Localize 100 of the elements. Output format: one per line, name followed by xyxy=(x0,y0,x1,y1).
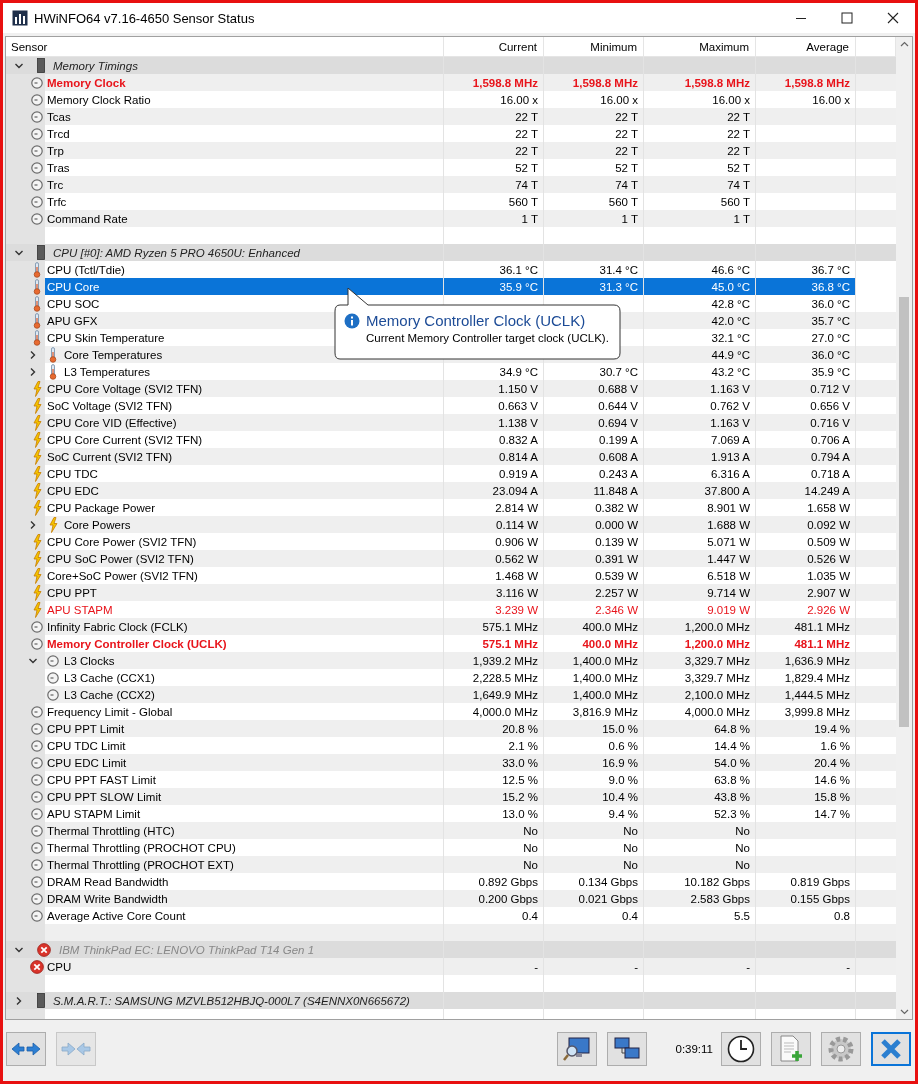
sensor-value: No xyxy=(735,858,750,871)
sensor-value: No xyxy=(735,841,750,854)
sensor-value: 1.163 V xyxy=(710,382,750,395)
sensor-name: CPU Core Voltage (SVI2 TFN) xyxy=(46,382,203,395)
sensor-name: CPU PPT Limit xyxy=(46,722,125,735)
sensor-name: Command Rate xyxy=(46,212,128,225)
sensor-name: CPU Skin Temperature xyxy=(46,331,165,344)
sensor-value: 7.069 A xyxy=(711,433,750,446)
sensor-value: 2.1 % xyxy=(508,739,538,752)
sensor-name: CPU SoC Power (SVI2 TFN) xyxy=(46,552,194,565)
sensor-value: 43.8 % xyxy=(714,790,750,803)
sensor-name: Trc xyxy=(46,178,64,191)
sensor-value: 2,100.0 MHz xyxy=(684,688,750,701)
sensor-value: 0.4 xyxy=(522,909,538,922)
sensor-name: CPU TDC Limit xyxy=(46,739,126,752)
sensor-value: 42.8 °C xyxy=(711,297,750,310)
sensor-value: 0.718 A xyxy=(811,467,850,480)
sensor-name: Trp xyxy=(46,144,64,157)
sensor-value: 22 T xyxy=(615,144,638,157)
sensor-value: 33.0 % xyxy=(502,756,538,769)
sensor-value: 0.199 A xyxy=(599,433,638,446)
sensor-value: 14.249 A xyxy=(804,484,850,497)
sensor-value: 0.814 A xyxy=(499,450,538,463)
sensor-value: 32.1 °C xyxy=(711,331,750,344)
sensor-value: 27.0 °C xyxy=(811,331,850,344)
sensor-name: DRAM Write Bandwidth xyxy=(46,892,168,905)
sensor-value: 1.913 A xyxy=(711,450,750,463)
sensor-value: 2.346 W xyxy=(595,603,638,616)
sensor-value: 19.4 % xyxy=(814,722,850,735)
sensor-value: 52 T xyxy=(615,161,638,174)
sensor-value: - xyxy=(634,960,638,973)
sensor-value: 1.138 V xyxy=(498,416,538,429)
tooltip-text: Current Memory Controller target clock (UCLK). xyxy=(366,332,610,344)
sensor-value: 6.518 W xyxy=(707,569,750,582)
sensor-value: - xyxy=(534,960,538,973)
sensor-value: 44.9 °C xyxy=(711,348,750,361)
sensor-name: CPU TDC xyxy=(46,467,98,480)
sensor-value: 575.1 MHz xyxy=(482,637,538,650)
sensor-value: 36.8 °C xyxy=(811,280,850,293)
sensor-value: 2,228.5 MHz xyxy=(472,671,538,684)
sensor-value: 16.00 x xyxy=(712,93,750,106)
sensor-value: 74 T xyxy=(515,178,538,191)
sensor-name: CPU Core VID (Effective) xyxy=(46,416,177,429)
sensor-value: 1,200.0 MHz xyxy=(684,637,750,650)
sensor-value: 1,400.0 MHz xyxy=(572,654,638,667)
sensor-name: CPU Core Power (SVI2 TFN) xyxy=(46,535,197,548)
sensor-value: No xyxy=(623,841,638,854)
sensor-value: 12.5 % xyxy=(502,773,538,786)
sensor-value: 1,829.4 MHz xyxy=(784,671,850,684)
sensor-value: 52.3 % xyxy=(714,807,750,820)
sensor-name: CPU PPT FAST Limit xyxy=(46,773,156,786)
sensor-value: 1.163 V xyxy=(710,416,750,429)
sensor-value: 42.0 °C xyxy=(711,314,750,327)
sensor-name: CPU xyxy=(46,960,72,973)
sensor-value: 8.901 W xyxy=(707,501,750,514)
sensor-name: CPU SOC xyxy=(46,297,100,310)
sensor-value: 560 T xyxy=(508,195,538,208)
sensor-value: 10.182 Gbps xyxy=(684,875,750,888)
sensor-value: 0.762 V xyxy=(710,399,750,412)
sensor-value: 1,636.9 MHz xyxy=(784,654,850,667)
sensor-value: 31.3 °C xyxy=(599,280,638,293)
sensor-value: 9.714 W xyxy=(707,586,750,599)
sensor-value: 3,999.8 MHz xyxy=(784,705,850,718)
sensor-value: 0.6 % xyxy=(608,739,638,752)
sensor-name: SoC Voltage (SVI2 TFN) xyxy=(46,399,173,412)
sensor-value: 560 T xyxy=(608,195,638,208)
sensor-value: 0.794 A xyxy=(811,450,850,463)
sensor-value: 0.092 W xyxy=(807,518,850,531)
sensor-name: L3 Cache (CCX1) xyxy=(63,671,155,684)
sensor-value: 1.035 W xyxy=(807,569,850,582)
sensor-name: APU GFX xyxy=(46,314,98,327)
sensor-value: 20.8 % xyxy=(502,722,538,735)
sensor-value: 16.9 % xyxy=(602,756,638,769)
sensor-value: 2.257 W xyxy=(595,586,638,599)
sensor-value: 481.1 MHz xyxy=(794,637,850,650)
sensor-value: 23.094 A xyxy=(492,484,538,497)
sensor-value: 1,649.9 MHz xyxy=(472,688,538,701)
sensor-value: 22 T xyxy=(727,110,750,123)
sensor-value: No xyxy=(623,858,638,871)
sensor-value: 16.00 x xyxy=(600,93,638,106)
sensor-name: CPU PPT SLOW Limit xyxy=(46,790,162,803)
sensor-name: L3 Cache (CCX2) xyxy=(63,688,155,701)
sensor-name: Infinity Fabric Clock (FCLK) xyxy=(46,620,188,633)
sensor-value: 0.712 V xyxy=(810,382,850,395)
sensor-value: 0.819 Gbps xyxy=(790,875,850,888)
sensor-value: 22 T xyxy=(615,110,638,123)
sensor-value: 35.9 °C xyxy=(811,365,850,378)
sensor-name: Core Temperatures xyxy=(63,348,163,361)
sensor-value: 10.4 % xyxy=(602,790,638,803)
sensor-value: 4,000.0 MHz xyxy=(684,705,750,718)
sensor-value: 400.0 MHz xyxy=(582,620,638,633)
sensor-value: 15.8 % xyxy=(814,790,850,803)
sensor-value: 9.0 % xyxy=(608,773,638,786)
sensor-value: 1,939.2 MHz xyxy=(472,654,538,667)
sensor-name: DRAM Read Bandwidth xyxy=(46,875,169,888)
sensor-value: 560 T xyxy=(720,195,750,208)
sensor-value: 14.4 % xyxy=(714,739,750,752)
sensor-value: 0.155 Gbps xyxy=(790,892,850,905)
sensor-name: Core Powers xyxy=(63,518,131,531)
sensor-value: 0.114 W xyxy=(496,518,538,531)
